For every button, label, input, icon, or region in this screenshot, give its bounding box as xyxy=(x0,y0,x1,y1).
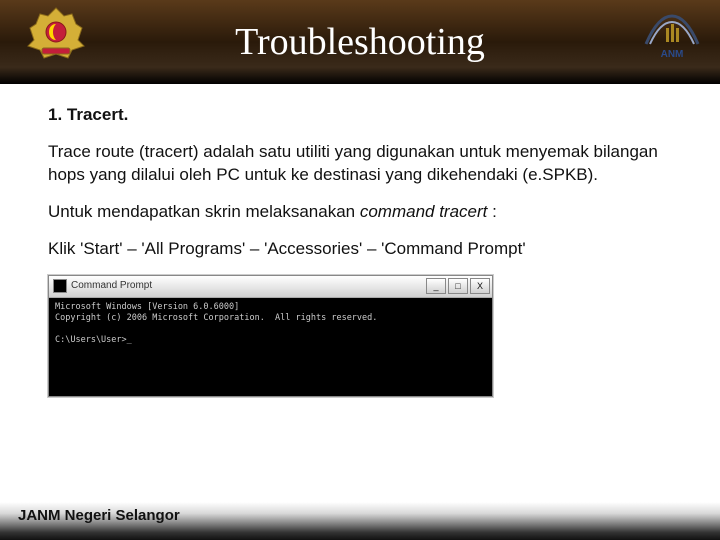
paragraph-1: Trace route (tracert) adalah satu utilit… xyxy=(48,141,672,187)
para2-part-b: command tracert xyxy=(360,202,488,221)
section-subtitle: 1. Tracert. xyxy=(48,104,672,127)
cmd-line-1: Microsoft Windows [Version 6.0.6000] xyxy=(55,302,239,312)
anm-label: ANM xyxy=(644,49,700,60)
crest-logo xyxy=(20,6,92,62)
anm-logo: ANM xyxy=(644,8,700,58)
maximize-button[interactable]: □ xyxy=(448,278,468,294)
cmd-icon xyxy=(53,279,67,293)
slide-header: Troubleshooting ANM xyxy=(0,0,720,84)
cmd-line-2: Copyright (c) 2006 Microsoft Corporation… xyxy=(55,313,377,323)
paragraph-3: Klik 'Start' – 'All Programs' – 'Accesso… xyxy=(48,238,672,261)
cmd-titlebar: Command Prompt _ □ X xyxy=(49,276,492,298)
para2-part-a: Untuk mendapatkan skrin melaksanakan xyxy=(48,202,360,221)
minimize-button[interactable]: _ xyxy=(426,278,446,294)
paragraph-2: Untuk mendapatkan skrin melaksanakan com… xyxy=(48,201,672,224)
cmd-window-buttons: _ □ X xyxy=(426,278,490,294)
para2-part-c: : xyxy=(487,202,496,221)
slide-content: 1. Tracert. Trace route (tracert) adalah… xyxy=(0,84,720,397)
cmd-line-4: C:\Users\User>_ xyxy=(55,335,132,345)
footer-text: JANM Negeri Selangor xyxy=(18,507,180,524)
page-title: Troubleshooting xyxy=(235,20,485,64)
close-button[interactable]: X xyxy=(470,278,490,294)
slide-footer: JANM Negeri Selangor xyxy=(0,502,720,540)
cmd-body: Microsoft Windows [Version 6.0.6000] Cop… xyxy=(49,298,492,396)
cmd-window-title: Command Prompt xyxy=(71,279,152,293)
command-prompt-window: Command Prompt _ □ X Microsoft Windows [… xyxy=(48,275,493,397)
